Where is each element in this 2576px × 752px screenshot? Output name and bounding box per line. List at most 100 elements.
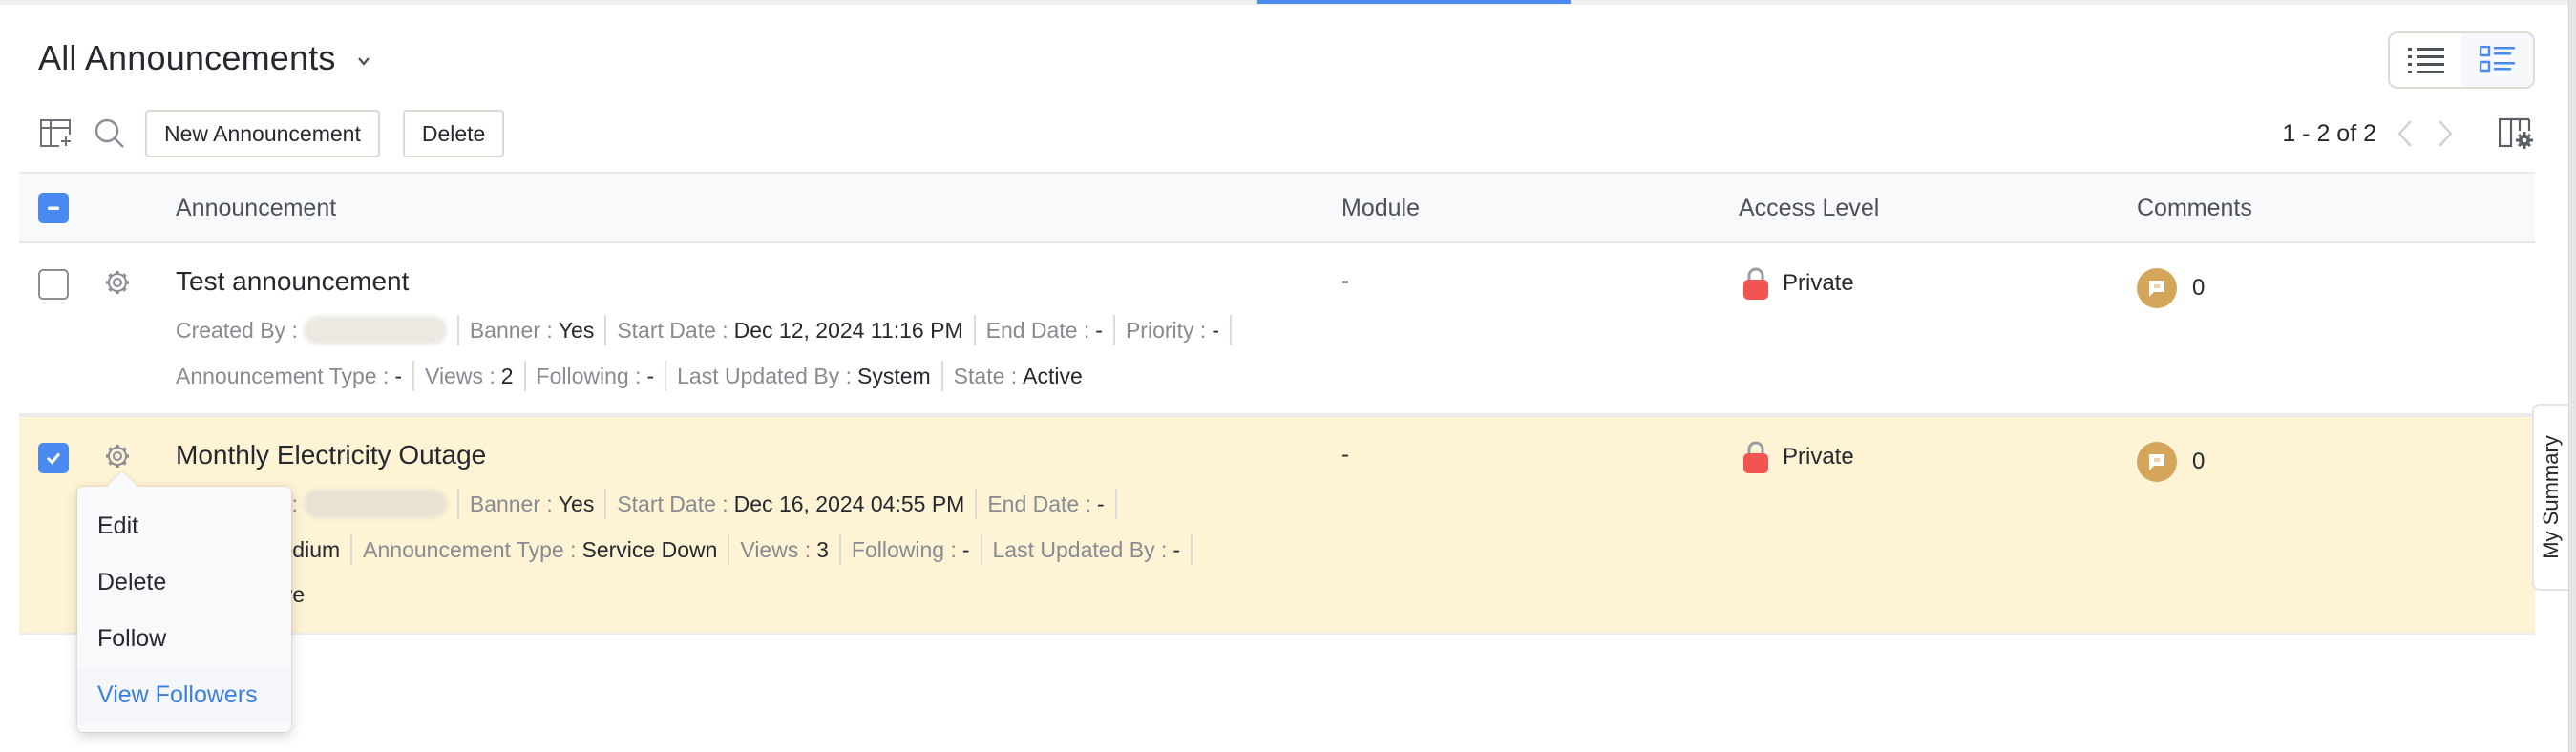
search-icon bbox=[95, 118, 124, 148]
meta-value: Active bbox=[1023, 363, 1083, 388]
meta-value: - bbox=[1097, 491, 1105, 516]
page-title[interactable]: All Announcements bbox=[38, 38, 336, 78]
column-header-comments[interactable]: Comments bbox=[2137, 195, 2252, 222]
comment-icon bbox=[2137, 442, 2177, 482]
column-header-access-level[interactable]: Access Level bbox=[1739, 195, 1879, 222]
meta-label: Start Date : bbox=[617, 317, 728, 343]
my-summary-tab[interactable]: My Summary bbox=[2532, 404, 2568, 591]
meta-start-date: Start Date : Dec 12, 2024 11:16 PM bbox=[617, 315, 976, 345]
meta-announcement-type: Announcement Type :- bbox=[176, 361, 415, 391]
lock-icon bbox=[1743, 441, 1768, 473]
row-checkbox[interactable] bbox=[38, 443, 69, 473]
access-level-text: Private bbox=[1783, 270, 1854, 296]
lock-icon bbox=[1743, 267, 1768, 300]
comments-cell[interactable]: 0 bbox=[2137, 268, 2205, 308]
gear-icon[interactable] bbox=[103, 442, 132, 470]
detailed-view-button[interactable] bbox=[2461, 33, 2533, 87]
delete-button[interactable]: Delete bbox=[402, 110, 505, 157]
tab-strip bbox=[0, 0, 2568, 5]
meta-start-date: Start Date : Dec 16, 2024 04:55 PM bbox=[617, 489, 978, 519]
comments-count: 0 bbox=[2192, 275, 2206, 301]
meta-views: Views :3 bbox=[740, 534, 841, 565]
menu-item-delete[interactable]: Delete bbox=[77, 554, 291, 611]
meta-created-by: Created By : bbox=[176, 315, 459, 345]
meta-value: Dec 12, 2024 11:16 PM bbox=[733, 317, 963, 343]
table-header: Announcement Module Access Level Comment… bbox=[19, 172, 2535, 243]
table-row-selected[interactable]: Monthly Electricity Outage Created By : … bbox=[19, 415, 2535, 635]
new-announcement-button[interactable]: New Announcement bbox=[145, 110, 380, 157]
pagination-text: 1 - 2 of 2 bbox=[2282, 119, 2376, 147]
column-header-announcement[interactable]: Announcement bbox=[176, 195, 336, 222]
pagination: 1 - 2 of 2 bbox=[2282, 116, 2457, 151]
meta-value: - bbox=[646, 363, 655, 388]
toolbar: New Announcement Delete bbox=[38, 110, 527, 157]
meta-label: Banner : bbox=[469, 491, 553, 516]
menu-item-view-followers[interactable]: View Followers bbox=[77, 667, 291, 723]
row-checkbox[interactable] bbox=[38, 269, 69, 300]
search-button[interactable] bbox=[92, 116, 128, 151]
meta-label: Created By : bbox=[176, 317, 298, 343]
menu-item-edit[interactable]: Edit bbox=[77, 498, 291, 554]
row-meta-line: Announcement Type :- Views :2 Following … bbox=[176, 361, 1104, 391]
meta-following: Following :- bbox=[852, 534, 982, 565]
menu-item-follow[interactable]: Follow bbox=[77, 611, 291, 667]
meta-value: - bbox=[1095, 317, 1103, 343]
comments-count: 0 bbox=[2192, 449, 2206, 474]
meta-last-updated-by: Last Updated By : System bbox=[677, 361, 943, 391]
comments-cell[interactable]: 0 bbox=[2137, 442, 2205, 482]
select-all-checkbox[interactable] bbox=[38, 193, 69, 223]
announcement-title-link[interactable]: Test announcement bbox=[176, 266, 409, 297]
gear-icon[interactable] bbox=[103, 268, 132, 297]
meta-label: Last Updated By : bbox=[992, 536, 1168, 562]
announcement-title-link[interactable]: Monthly Electricity Outage bbox=[176, 440, 486, 470]
meta-value: Yes bbox=[558, 317, 595, 343]
meta-value: - bbox=[394, 363, 403, 388]
meta-announcement-type: Announcement Type : Service Down bbox=[363, 534, 730, 565]
meta-label: Announcement Type : bbox=[176, 363, 390, 388]
list-view-button[interactable] bbox=[2390, 33, 2461, 87]
meta-views: Views :2 bbox=[425, 361, 526, 391]
announcements-table: Announcement Module Access Level Comment… bbox=[19, 172, 2535, 635]
my-summary-label: My Summary bbox=[2539, 435, 2563, 559]
add-column-button[interactable] bbox=[38, 116, 74, 151]
table-add-icon bbox=[40, 119, 73, 148]
meta-label: Views : bbox=[740, 536, 812, 562]
meta-label: Start Date : bbox=[617, 491, 728, 516]
module-cell: - bbox=[1341, 268, 1349, 294]
meta-value: - bbox=[961, 536, 970, 562]
meta-value: System bbox=[856, 363, 931, 388]
meta-label: Announcement Type : bbox=[363, 536, 577, 562]
chevron-right-icon bbox=[2439, 120, 2453, 147]
next-page-button[interactable] bbox=[2434, 116, 2457, 151]
meta-value: - bbox=[1212, 317, 1219, 343]
meta-end-date: End Date :- bbox=[987, 489, 1117, 519]
minus-icon bbox=[48, 206, 59, 210]
meta-value: Dec 16, 2024 04:55 PM bbox=[733, 491, 965, 516]
redacted-user bbox=[303, 490, 447, 518]
meta-value: 3 bbox=[816, 536, 829, 562]
meta-label: State : bbox=[953, 363, 1018, 388]
comment-icon bbox=[2137, 268, 2177, 308]
prev-page-button[interactable] bbox=[2394, 116, 2417, 151]
checkmark-icon bbox=[46, 452, 61, 465]
meta-end-date: End Date :- bbox=[986, 315, 1115, 345]
column-settings-icon[interactable] bbox=[2499, 117, 2533, 150]
table-row[interactable]: Test announcement Created By : Banner :Y… bbox=[19, 243, 2535, 415]
meta-value: Yes bbox=[558, 491, 595, 516]
page-header: All Announcements bbox=[38, 38, 370, 78]
meta-value: Service Down bbox=[581, 536, 718, 562]
page-scrollbar[interactable] bbox=[2568, 0, 2576, 752]
list-icon bbox=[2407, 48, 2444, 73]
meta-value: 2 bbox=[500, 363, 514, 388]
meta-priority: Priority :- bbox=[1126, 315, 1232, 345]
access-level-text: Private bbox=[1783, 444, 1854, 470]
meta-banner: Banner : Yes bbox=[470, 315, 607, 345]
row-meta-line: Created By : Banner :Yes Start Date :Dec… bbox=[176, 489, 1128, 519]
column-header-module[interactable]: Module bbox=[1341, 195, 1420, 222]
active-tab-indicator bbox=[1257, 0, 1571, 4]
meta-value: - bbox=[1172, 536, 1181, 562]
meta-banner: Banner : Yes bbox=[469, 489, 607, 519]
meta-label: Following : bbox=[536, 363, 642, 388]
chevron-down-icon[interactable] bbox=[357, 54, 370, 68]
row-meta-line: Priority :Medium Announcement Type :Serv… bbox=[176, 534, 1203, 565]
